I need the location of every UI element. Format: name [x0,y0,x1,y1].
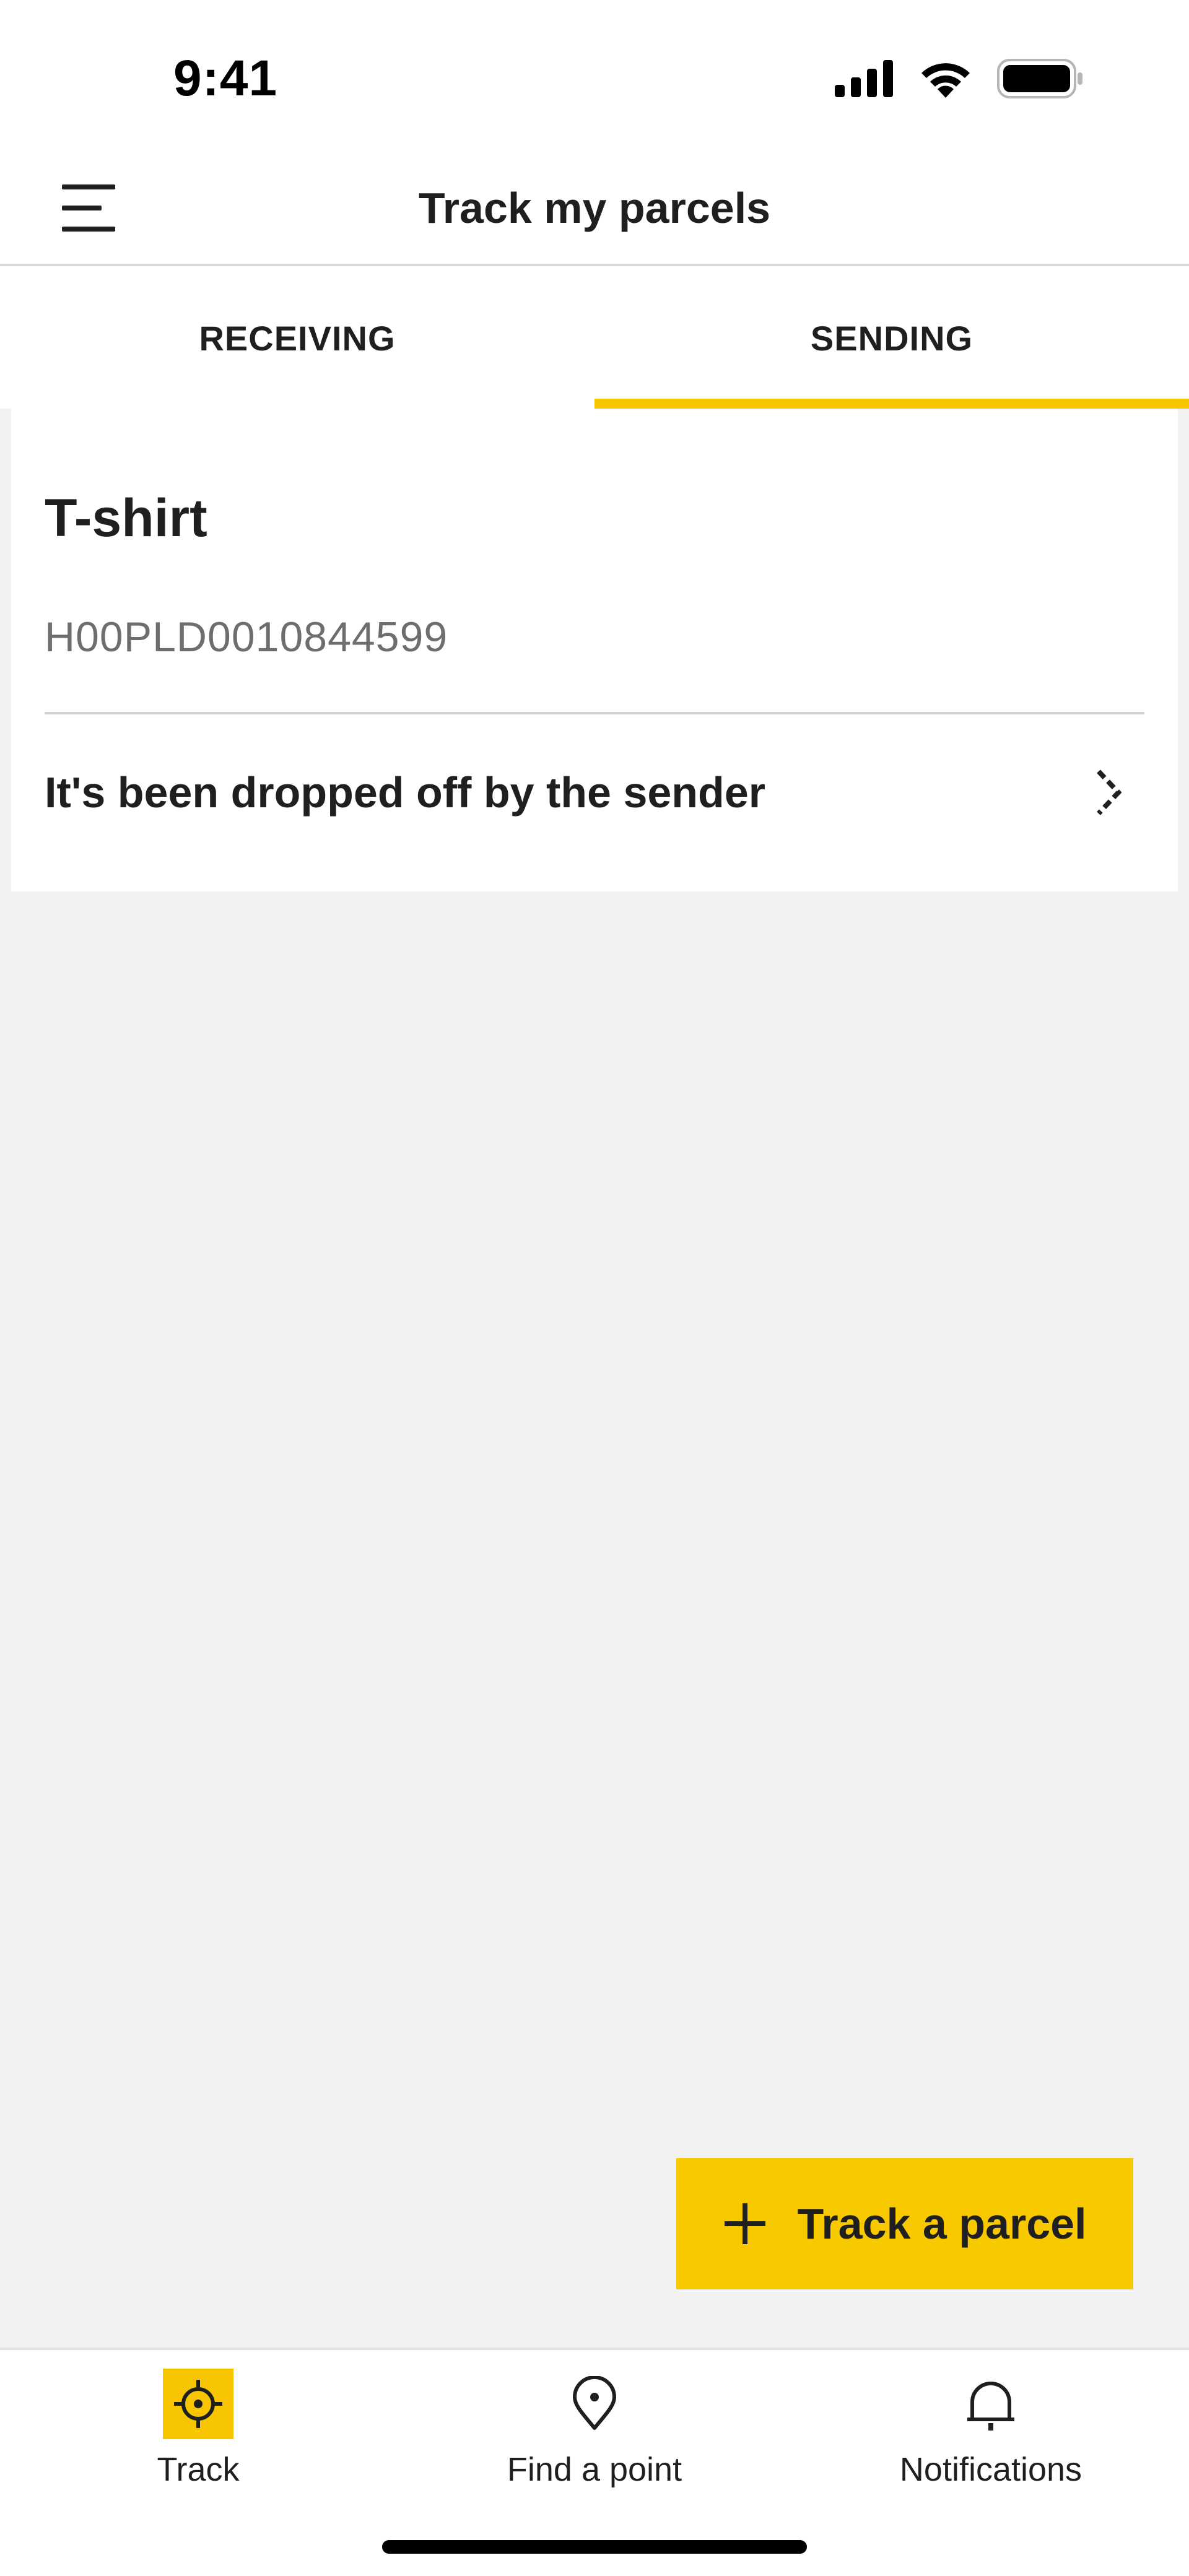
nav-label-find-a-point: Find a point [507,2451,682,2488]
status-time: 9:41 [173,50,278,106]
chevron-right-icon [1097,770,1122,815]
home-indicator[interactable] [382,2540,807,2554]
tab-bar: RECEIVING SENDING [0,267,1189,409]
parcel-tracking-number: H00PLD0010844599 [45,614,448,661]
crosshair-icon [163,2369,233,2439]
nav-header: Track my parcels [0,142,1189,266]
nav-label-track: Track [157,2451,240,2488]
parcel-name: T-shirt [45,488,207,548]
map-pin-icon [559,2369,630,2439]
bell-icon [956,2369,1026,2439]
parcel-card[interactable]: T-shirt H00PLD0010844599 It's been dropp… [11,409,1178,891]
signal-icon [835,60,893,97]
wifi-icon [921,63,970,98]
page-title: Track my parcels [418,184,771,232]
status-icons [835,59,1084,98]
parcel-status: It's been dropped off by the sender [45,768,765,817]
battery-icon [997,59,1082,98]
track-a-parcel-label: Track a parcel [797,2200,1087,2248]
plus-icon [724,2203,765,2244]
nav-item-find-a-point[interactable]: Find a point [396,2369,793,2511]
status-bar: 9:41 [0,0,1189,142]
nav-label-notifications: Notifications [899,2451,1082,2488]
track-a-parcel-button[interactable]: Track a parcel [676,2158,1133,2289]
tab-receiving[interactable]: RECEIVING [0,267,594,409]
card-divider [45,712,1144,714]
bottom-nav: Track Find a point Notifications [0,2348,1189,2576]
tab-sending[interactable]: SENDING [594,267,1189,409]
nav-item-notifications[interactable]: Notifications [793,2369,1189,2511]
nav-item-track[interactable]: Track [0,2369,396,2511]
